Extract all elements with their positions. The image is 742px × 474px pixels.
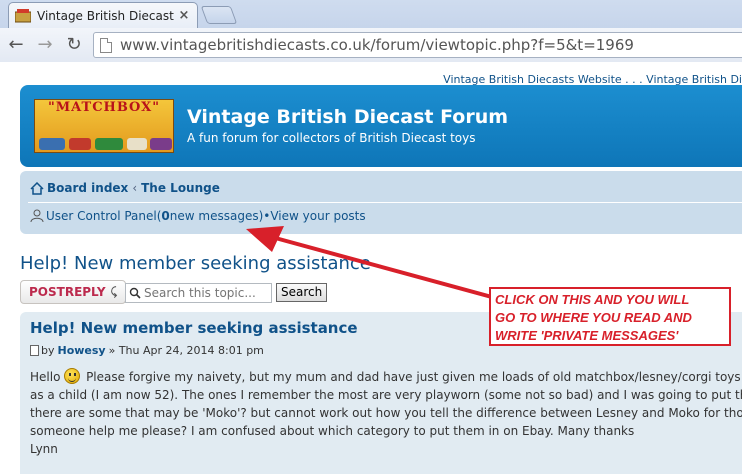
browser-tab[interactable]: Vintage British Diecast For × <box>8 2 198 28</box>
user-links: User Control Panel ( 0 new messages ) • … <box>30 209 366 223</box>
post-doc-icon[interactable] <box>30 345 39 356</box>
post-date: » Thu Apr 24, 2014 8:01 pm <box>108 344 264 357</box>
toy-car-image <box>39 138 65 150</box>
post-by-label: by <box>41 344 55 357</box>
site-header: "MATCHBOX" Vintage British Diecast Forum… <box>20 85 742 167</box>
topic-title[interactable]: Help! New member seeking assistance <box>20 253 371 274</box>
breadcrumb-the-lounge[interactable]: The Lounge <box>141 181 220 195</box>
browser-chrome: Vintage British Diecast For × ← → ↻ www.… <box>0 0 742 62</box>
logo-text: "MATCHBOX" <box>47 100 161 115</box>
smiley-icon <box>64 368 81 384</box>
post-author-link[interactable]: Howesy <box>58 344 106 357</box>
annotation-line: CLICK ON THIS AND YOU WILL <box>495 292 690 307</box>
page-icon <box>100 37 112 53</box>
post-text: Please forgive my naivety, but my mum an… <box>82 370 742 384</box>
forum-navbar: Board index ‹ The Lounge User Control Pa… <box>20 171 742 234</box>
search-button[interactable]: Search <box>276 283 328 302</box>
post-meta: by Howesy » Thu Apr 24, 2014 8:01 pm <box>30 344 264 357</box>
post-reply-label: POSTREPLY <box>29 285 106 299</box>
toy-car-image <box>95 138 123 150</box>
close-tab-icon[interactable]: × <box>177 8 191 23</box>
back-arrow-icon[interactable]: ← <box>4 33 28 57</box>
new-tab-button[interactable] <box>200 6 238 24</box>
forward-arrow-icon[interactable]: → <box>33 33 57 57</box>
post-line: as a child (I am now 52). The ones I rem… <box>30 388 742 402</box>
url-text: www.vintagebritishdiecasts.co.uk/forum/v… <box>120 36 634 54</box>
reply-arrow-icon: ⤹ <box>110 285 118 298</box>
matchbox-favicon-icon <box>15 8 31 22</box>
reload-icon[interactable]: ↻ <box>62 33 86 57</box>
breadcrumb-separator: ‹ <box>132 181 138 195</box>
matchbox-logo[interactable]: "MATCHBOX" <box>34 99 174 153</box>
site-description: A fun forum for collectors of British Di… <box>187 131 476 145</box>
tab-title: Vintage British Diecast For <box>37 8 177 23</box>
post-greeting: Hello <box>30 370 61 384</box>
bullet-separator: • <box>263 209 271 223</box>
search-topic-input[interactable] <box>144 286 268 300</box>
post-line: there are some that may be 'Moko'? but c… <box>30 406 742 420</box>
site-title[interactable]: Vintage British Diecast Forum <box>187 106 508 128</box>
user-icon <box>30 209 44 223</box>
navbar-divider <box>28 202 742 203</box>
view-your-posts-link[interactable]: View your posts <box>270 209 365 223</box>
toy-car-image <box>69 138 91 150</box>
new-messages-count[interactable]: 0 <box>161 209 169 223</box>
post-line: Hello Please forgive my naivety, but my … <box>30 368 742 386</box>
breadcrumb-board-index[interactable]: Board index <box>47 181 128 195</box>
annotation-line: GO TO WHERE YOU READ AND <box>495 310 692 325</box>
search-icon <box>129 287 141 299</box>
post-signature: Lynn <box>30 442 58 456</box>
browser-toolbar: ← → ↻ www.vintagebritishdiecasts.co.uk/f… <box>0 28 742 62</box>
post-reply-button[interactable]: POSTREPLY ⤹ <box>20 280 127 304</box>
annotation-callout: CLICK ON THIS AND YOU WILL GO TO WHERE Y… <box>489 287 731 346</box>
post-body: Hello Please forgive my naivety, but my … <box>30 368 742 458</box>
home-icon <box>30 181 44 195</box>
search-topic-box <box>125 283 272 303</box>
post-line: someone help me please? I am confused ab… <box>30 424 635 438</box>
toy-car-image <box>150 138 172 150</box>
toy-car-image <box>127 138 147 150</box>
breadcrumb: Board index ‹ The Lounge <box>30 181 220 195</box>
new-messages-link[interactable]: new messages <box>170 209 259 223</box>
address-bar[interactable]: www.vintagebritishdiecasts.co.uk/forum/v… <box>93 32 742 58</box>
annotation-line: WRITE 'PRIVATE MESSAGES' <box>495 328 679 343</box>
post-title[interactable]: Help! New member seeking assistance <box>30 319 358 337</box>
forum-page: Vintage British Diecasts Website . . . V… <box>0 63 742 474</box>
user-control-panel-link[interactable]: User Control Panel <box>46 209 157 223</box>
